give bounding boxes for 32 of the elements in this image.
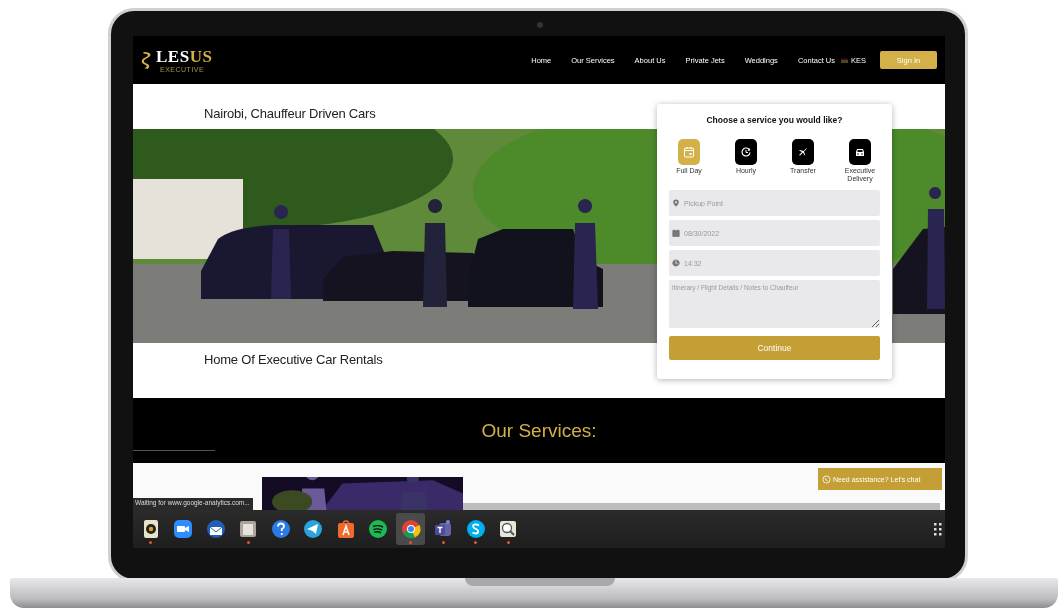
hero-subheading: Home Of Executive Car Rentals [204, 351, 383, 367]
running-indicator [149, 541, 152, 544]
running-indicator [474, 541, 477, 544]
hero-heading: Nairobi, Chauffeur Driven Cars [204, 105, 376, 123]
shopping-bag-icon [335, 519, 356, 539]
folder-icon [238, 519, 258, 539]
clock-icon [740, 146, 752, 158]
dock-item[interactable] [396, 513, 425, 545]
scrollbar[interactable] [463, 503, 940, 510]
running-indicator [506, 541, 510, 544]
card-title: Choose a service you would like? [705, 115, 844, 125]
camera-icon [537, 22, 543, 28]
running-indicator [441, 541, 445, 544]
calendar-icon [683, 146, 695, 158]
car-icon [854, 146, 866, 158]
magnifier-icon [498, 519, 518, 539]
logo-wordmark: LESUS [156, 47, 213, 65]
chat-icon [822, 474, 831, 484]
section-heading: Our Services: [481, 419, 597, 442]
help-icon [270, 519, 291, 539]
airplane-icon [797, 146, 809, 158]
running-indicator [246, 541, 250, 544]
running-indicator [409, 541, 412, 544]
paper-plane-icon [303, 519, 323, 539]
call-app-icon [465, 519, 486, 539]
video-camera-icon [173, 519, 193, 539]
flag-icon [841, 57, 848, 63]
browser-icon [400, 519, 421, 539]
mail-icon [205, 519, 226, 539]
apps-grid-icon[interactable] [933, 522, 943, 536]
team-chat-icon [433, 519, 453, 539]
music-icon [368, 519, 388, 539]
